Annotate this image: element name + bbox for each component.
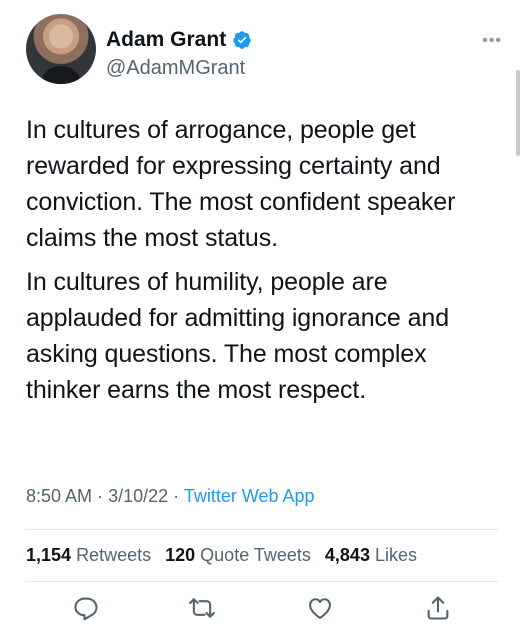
quote-tweets-stat[interactable]: 120 Quote Tweets xyxy=(165,545,311,566)
tweet-actions xyxy=(26,594,498,624)
scrollbar[interactable] xyxy=(516,70,520,156)
likes-stat[interactable]: 4,843 Likes xyxy=(325,545,417,566)
tweet-text: In cultures of arrogance, people get rew… xyxy=(26,112,501,408)
heart-icon[interactable] xyxy=(306,594,334,622)
meta-separator: · xyxy=(173,486,184,506)
likes-count: 4,843 xyxy=(324,545,370,565)
tweet-meta: 8:50 AM · 3/10/22 · Twitter Web App xyxy=(26,486,315,507)
likes-label: Likes xyxy=(374,545,417,565)
tweet-time[interactable]: 8:50 AM xyxy=(26,486,92,506)
divider xyxy=(26,581,498,582)
retweets-stat[interactable]: 1,154 Retweets xyxy=(26,545,151,566)
divider xyxy=(26,529,498,530)
tweet-paragraph: In cultures of humility, people are appl… xyxy=(26,268,449,404)
tweet-header: Adam Grant @AdamMGrant ••• xyxy=(26,14,506,86)
quote-tweets-label: Quote Tweets xyxy=(200,545,311,565)
author-name[interactable]: Adam Grant xyxy=(106,28,226,52)
author-handle[interactable]: @AdamMGrant xyxy=(106,57,245,80)
retweets-label: Retweets xyxy=(76,545,152,565)
tweet-stats: 1,154 Retweets 120 Quote Tweets 4,843 Li… xyxy=(26,545,417,566)
reply-icon[interactable] xyxy=(72,594,100,622)
verified-badge-icon xyxy=(232,30,252,50)
author-name-row: Adam Grant xyxy=(106,28,252,52)
retweet-icon[interactable] xyxy=(188,594,216,622)
more-icon[interactable]: ••• xyxy=(482,32,502,50)
tweet-paragraph: In cultures of arrogance, people get rew… xyxy=(26,116,456,252)
avatar[interactable] xyxy=(26,14,96,84)
share-icon[interactable] xyxy=(424,594,452,622)
tweet-date[interactable]: 3/10/22 xyxy=(108,486,168,506)
meta-separator: · xyxy=(97,486,109,506)
retweets-count: 1,154 xyxy=(26,545,72,565)
tweet-source-app[interactable]: Twitter Web App xyxy=(184,486,315,506)
quote-tweets-count: 120 xyxy=(165,545,196,565)
